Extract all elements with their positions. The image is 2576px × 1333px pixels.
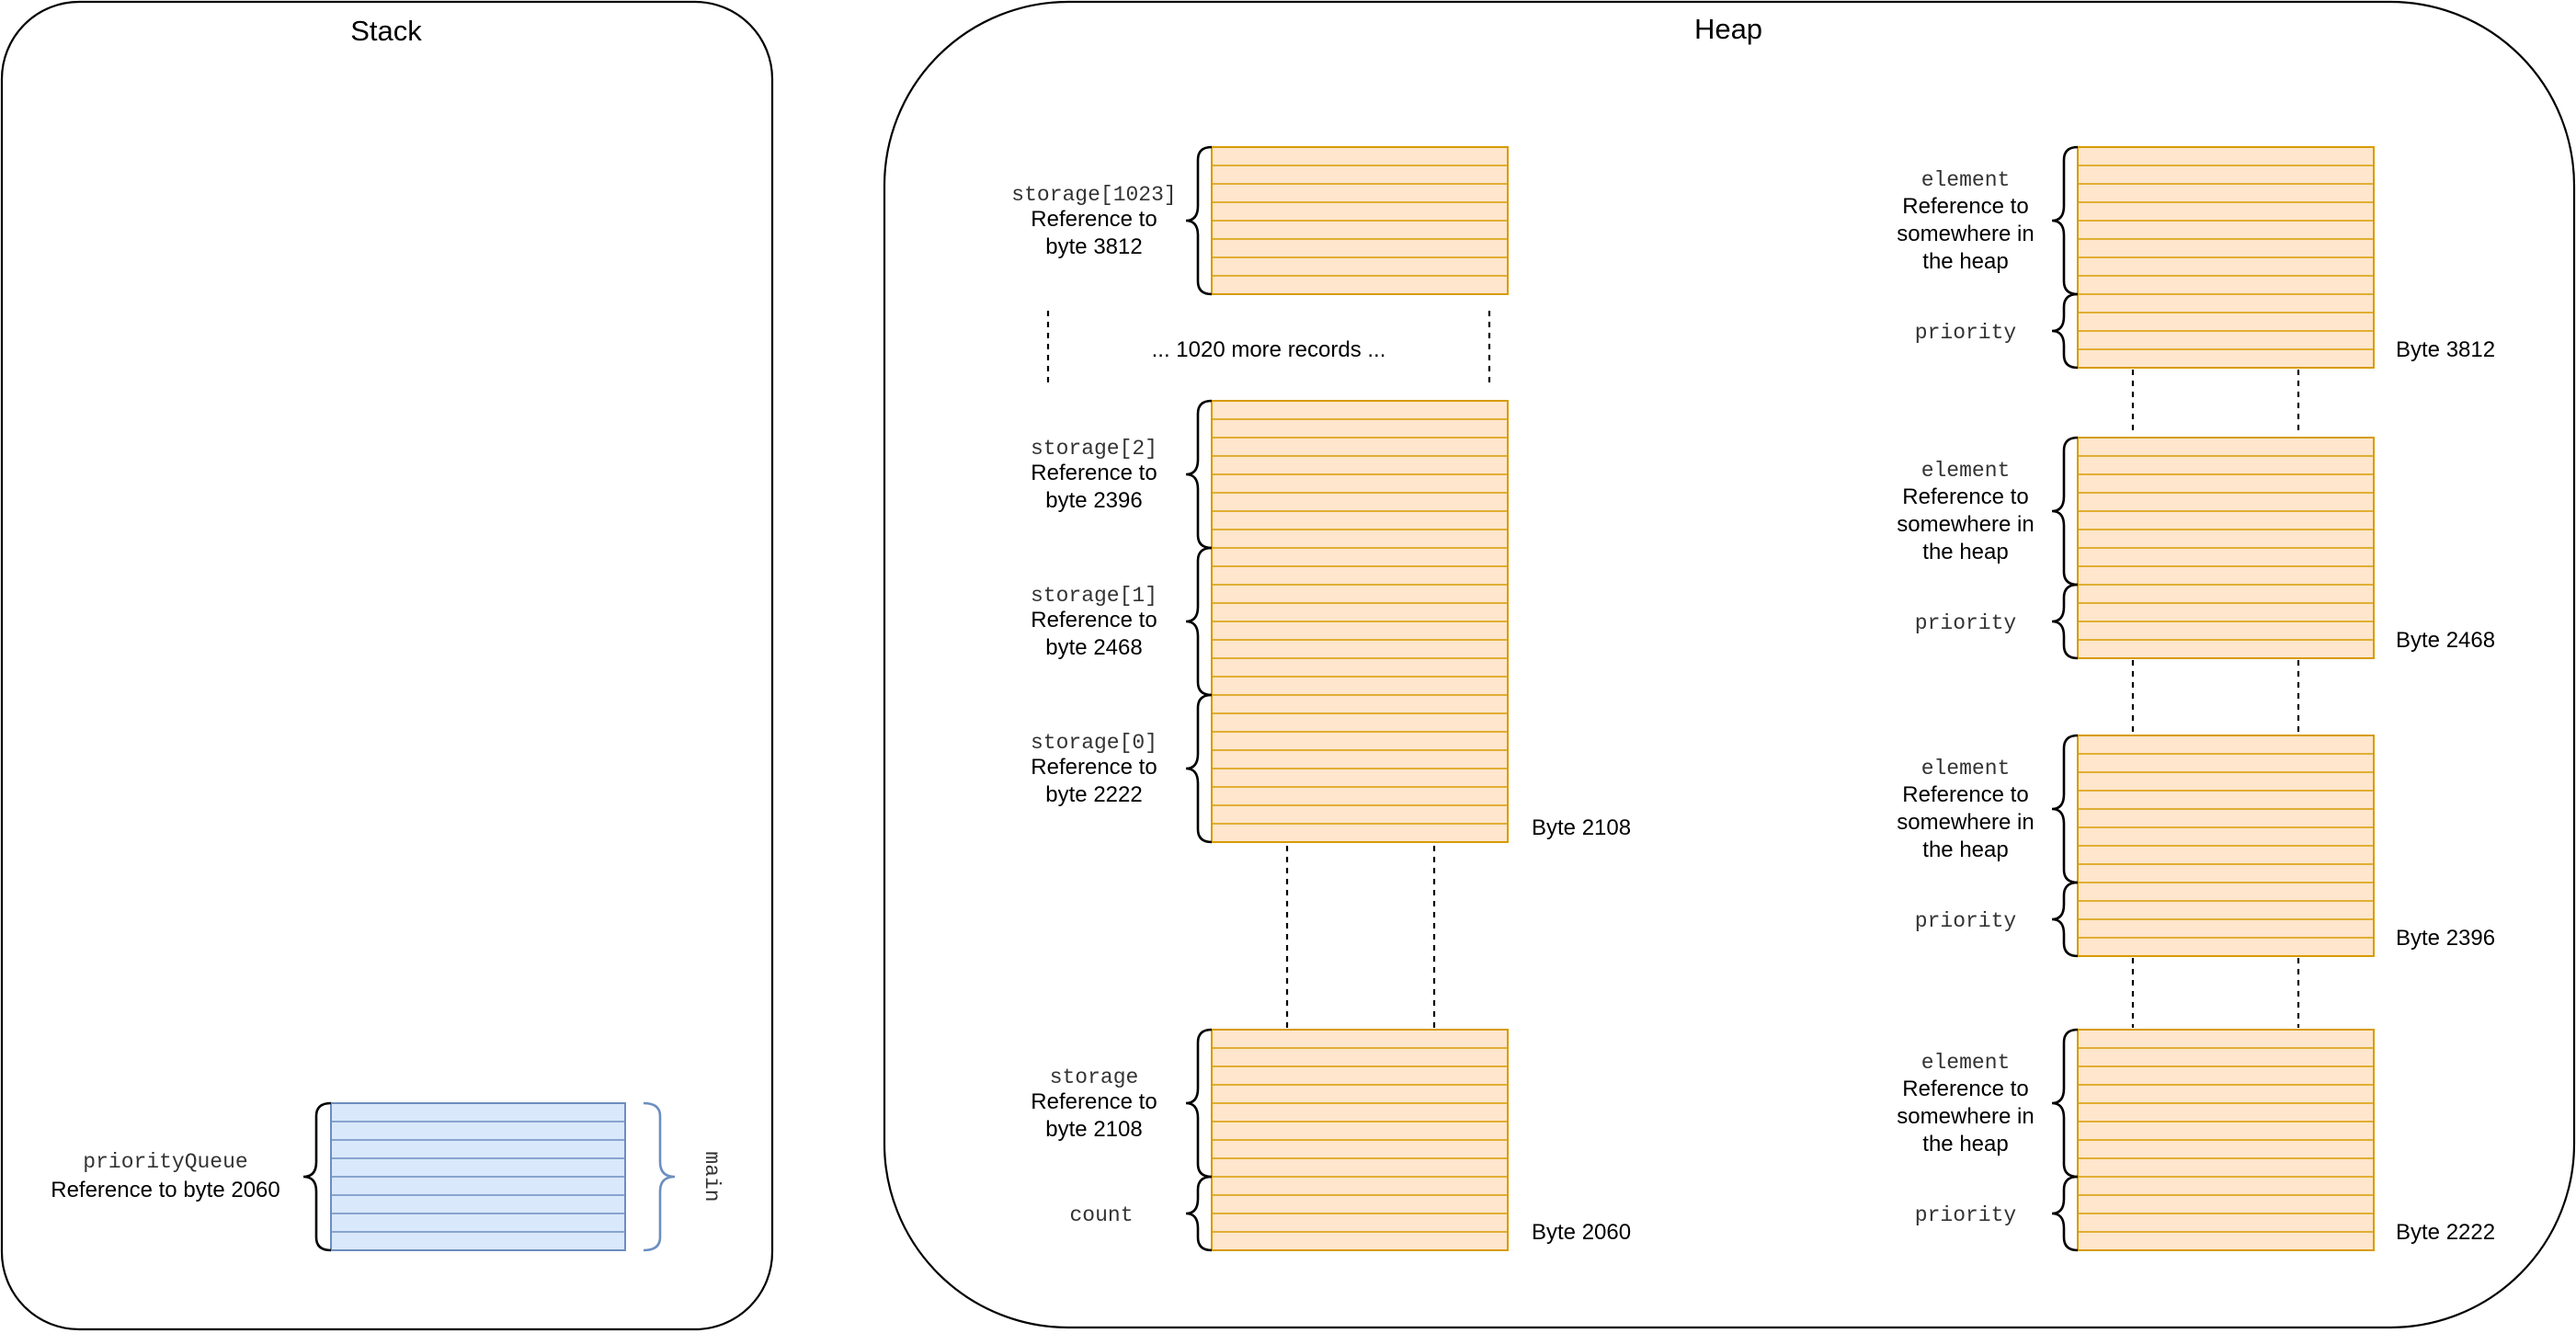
record-2396-element-name: element	[1921, 757, 2011, 780]
record-2222-priority-name: priority	[1915, 1203, 2017, 1227]
storage-field-desc-line1: Reference to	[1031, 1089, 1157, 1114]
storage-slots-0-2-block	[1211, 400, 1509, 843]
storage-1023-name: storage[1023]	[1011, 183, 1176, 207]
storage-2-desc-line1: Reference to	[1031, 461, 1157, 485]
record-2468-element-name: element	[1921, 459, 2011, 483]
storage-field-desc-line2: byte 2108	[1045, 1117, 1142, 1142]
record-2396-block	[2077, 735, 2375, 957]
stack-title: Stack	[350, 15, 422, 47]
ellipsis-records: ... 1020 more records ...	[1152, 337, 1386, 362]
record-2222-element-desc-line2: somewhere in	[1897, 1104, 2034, 1129]
storage-field-name: storage	[1050, 1065, 1139, 1089]
storage-0-name: storage[0]	[1031, 731, 1157, 755]
record-2396-element-desc-line3: the heap	[1922, 837, 2008, 862]
storage-2-desc-line2: byte 2396	[1045, 488, 1142, 513]
storage-array-address: Byte 2108	[1532, 815, 1631, 840]
record-3812-priority-name: priority	[1915, 321, 2017, 345]
priority-queue-desc: Reference to byte 2060	[51, 1178, 280, 1202]
record-2222-element-desc-line1: Reference to	[1902, 1077, 2028, 1101]
record-3812-element-desc-line1: Reference to	[1902, 194, 2028, 219]
heap-title: Heap	[1694, 13, 1762, 45]
record-2468-address: Byte 2468	[2396, 628, 2495, 653]
record-2396-address: Byte 2396	[2396, 926, 2495, 951]
storage-0-desc-line2: byte 2222	[1045, 782, 1142, 807]
storage-2-name: storage[2]	[1031, 437, 1157, 461]
storage-1-desc-line2: byte 2468	[1045, 635, 1142, 660]
record-3812-block	[2077, 146, 2375, 369]
record-2468-priority-name: priority	[1915, 611, 2017, 635]
record-2222-element-desc-line3: the heap	[1922, 1132, 2008, 1156]
storage-1-desc-line1: Reference to	[1031, 608, 1157, 632]
record-2222-address: Byte 2222	[2396, 1220, 2495, 1245]
record-2222-block	[2077, 1029, 2375, 1251]
record-2396-element-desc-line1: Reference to	[1902, 782, 2028, 807]
record-3812-element-desc-line2: somewhere in	[1897, 222, 2034, 246]
storage-1-name: storage[1]	[1031, 584, 1157, 608]
record-2396-element-desc-line2: somewhere in	[1897, 810, 2034, 835]
record-2468-element-desc-line2: somewhere in	[1897, 512, 2034, 537]
record-3812-element-name: element	[1921, 168, 2011, 192]
record-2468-element-desc-line3: the heap	[1922, 540, 2008, 564]
main-frame-label: main	[700, 1151, 724, 1202]
record-2222-element-name: element	[1921, 1051, 2011, 1075]
storage-slot-1023-block	[1211, 146, 1509, 295]
storage-1023-desc-line1: Reference to	[1031, 207, 1157, 232]
record-3812-element-desc-line3: the heap	[1922, 249, 2008, 274]
record-2396-priority-name: priority	[1915, 909, 2017, 933]
memory-diagram: Stack Heap priorityQueue Reference to by…	[0, 0, 2576, 1331]
priority-queue-name: priorityQueue	[83, 1150, 247, 1174]
storage-1023-desc-line2: byte 3812	[1045, 234, 1142, 259]
count-field-name: count	[1069, 1203, 1133, 1227]
queue-object-block	[1211, 1029, 1509, 1251]
storage-0-desc-line1: Reference to	[1031, 755, 1157, 780]
record-2468-block	[2077, 437, 2375, 659]
record-2468-element-desc-line1: Reference to	[1902, 484, 2028, 509]
queue-object-address: Byte 2060	[1532, 1220, 1631, 1245]
record-3812-address: Byte 3812	[2396, 337, 2495, 362]
priority-queue-memory-block	[330, 1102, 626, 1251]
